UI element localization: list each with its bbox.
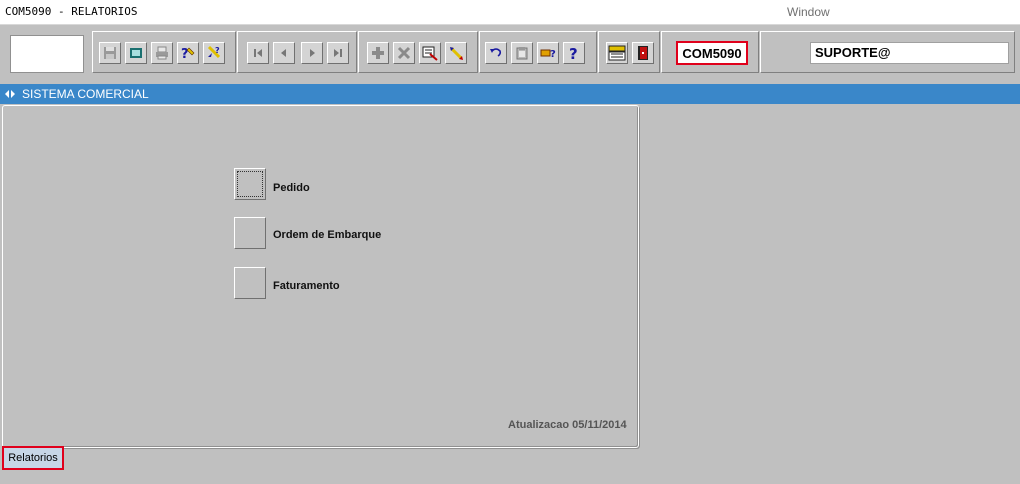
system-title: SISTEMA COMERCIAL [22, 87, 149, 101]
user-field[interactable]: SUPORTE@ [810, 42, 1009, 64]
pedido-button[interactable] [234, 168, 266, 200]
pedido-label: Pedido [273, 182, 310, 194]
ordem-de-embarque-button[interactable] [234, 217, 266, 249]
form-window-icon [5, 90, 15, 98]
next-record-icon[interactable] [301, 42, 323, 64]
query-help-icon[interactable]: ? [177, 42, 199, 64]
key-help-icon[interactable]: ? [537, 42, 559, 64]
insert-record-icon[interactable] [367, 42, 389, 64]
paste-icon[interactable] [511, 42, 533, 64]
previous-record-icon[interactable] [273, 42, 295, 64]
logo-box [10, 35, 84, 73]
last-record-icon[interactable] [327, 42, 349, 64]
help-icon[interactable]: ? [563, 42, 585, 64]
title-bar: COM5090 - RELATORIOS Window [0, 0, 1020, 25]
ordem-de-embarque-label: Ordem de Embarque [273, 229, 382, 241]
reports-panel: Pedido Ordem de Embarque Faturamento Atu… [2, 105, 639, 448]
delete-record-icon[interactable] [393, 42, 415, 64]
faturamento-label: Faturamento [273, 280, 340, 292]
execute-query-icon[interactable]: ? [203, 42, 225, 64]
tab-relatorios[interactable]: Relatorios [2, 446, 64, 470]
window-icon[interactable] [125, 42, 147, 64]
exit-icon[interactable] [632, 42, 654, 64]
clear-form-icon[interactable] [419, 42, 441, 64]
toolbar: ? ? ? ? COM5090 SUPORTE@ [0, 25, 1020, 79]
form-code-field: COM5090 [676, 41, 748, 65]
svg-text:?: ? [181, 47, 189, 61]
undo-icon[interactable] [485, 42, 507, 64]
update-date-label: Atualizacao 05/11/2014 [508, 419, 627, 431]
window-menu[interactable]: Window [787, 5, 830, 19]
svg-text:?: ? [215, 46, 220, 55]
first-record-icon[interactable] [247, 42, 269, 64]
menu-icon[interactable] [606, 42, 628, 64]
save-icon[interactable] [99, 42, 121, 64]
svg-text:?: ? [569, 45, 578, 61]
system-header-bar: SISTEMA COMERCIAL [0, 84, 1020, 104]
print-icon[interactable] [151, 42, 173, 64]
edit-icon[interactable] [445, 42, 467, 64]
faturamento-button[interactable] [234, 267, 266, 299]
svg-text:?: ? [550, 49, 556, 60]
window-title: COM5090 - RELATORIOS [5, 5, 138, 18]
